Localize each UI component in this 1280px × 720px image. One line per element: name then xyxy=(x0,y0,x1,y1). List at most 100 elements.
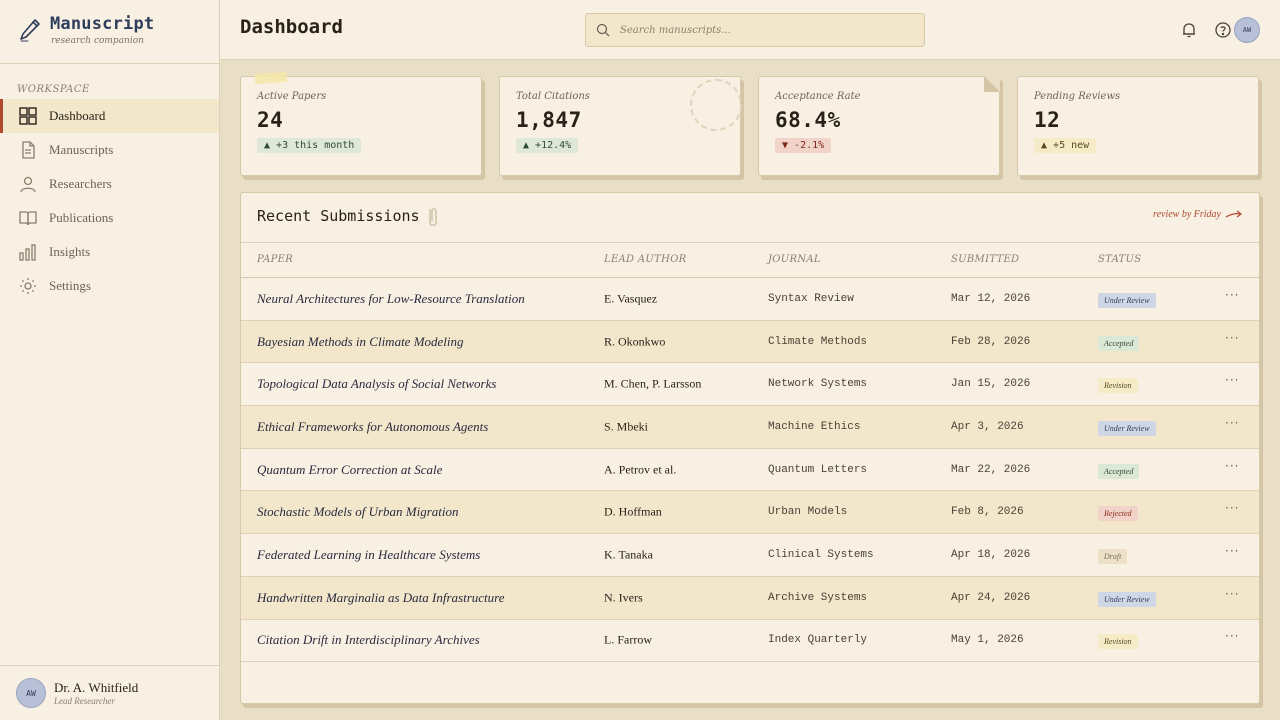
more-options-icon[interactable]: ··· xyxy=(1225,629,1239,643)
page-title: Dashboard xyxy=(240,16,343,38)
submitted-date: Apr 3, 2026 xyxy=(951,420,1024,433)
stat-value: 24 xyxy=(257,108,284,132)
lead-author: S. Mbeki xyxy=(604,419,649,434)
stat-change: +12.4% xyxy=(535,140,572,151)
more-options-icon[interactable]: ··· xyxy=(1225,331,1239,345)
submitted-date: Feb 28, 2026 xyxy=(951,335,1031,348)
table-row[interactable]: Citation Drift in Interdisciplinary Arch… xyxy=(241,620,1259,663)
column-header-submitted[interactable]: SUBMITTED xyxy=(951,254,1019,265)
lead-author: A. Petrov et al. xyxy=(604,462,677,477)
nav-item-insights[interactable]: Insights xyxy=(0,235,219,269)
lead-author: K. Tanaka xyxy=(604,547,653,562)
paper-title[interactable]: Quantum Error Correction at Scale xyxy=(257,462,442,478)
table-row[interactable]: Handwritten Marginalia as Data Infrastru… xyxy=(241,576,1259,620)
brand[interactable]: Manuscript research companion xyxy=(0,0,219,64)
more-options-icon[interactable]: ··· xyxy=(1225,501,1239,515)
column-header-paper[interactable]: PAPER xyxy=(257,254,293,265)
document-icon xyxy=(22,141,35,159)
paper-title[interactable]: Citation Drift in Interdisciplinary Arch… xyxy=(257,632,480,648)
stat-card-active-papers[interactable]: Active Papers 24 ▲ +3 this month xyxy=(240,71,482,176)
panel-title: Recent Submissions xyxy=(257,207,420,225)
journal: Climate Methods xyxy=(768,335,868,348)
table-row[interactable]: Federated Learning in Healthcare Systems… xyxy=(241,534,1259,577)
lead-author: N. Ivers xyxy=(604,590,643,605)
nav-item-settings[interactable]: Settings xyxy=(0,269,219,303)
stat-change: +3 this month xyxy=(276,140,355,151)
status-badge: Accepted xyxy=(1098,463,1140,479)
submitted-date: Mar 22, 2026 xyxy=(951,463,1031,476)
bell-icon[interactable] xyxy=(1180,21,1198,39)
status-badge: Under Review xyxy=(1098,292,1156,308)
nav-item-publications[interactable]: Publications xyxy=(0,201,219,235)
stat-change-badge: ▲ +3 this month xyxy=(257,138,362,153)
search-input[interactable] xyxy=(620,24,910,36)
search-icon xyxy=(596,23,610,37)
journal: Clinical Systems xyxy=(768,548,874,561)
paper-title[interactable]: Handwritten Marginalia as Data Infrastru… xyxy=(257,590,504,606)
help-icon[interactable] xyxy=(1214,21,1232,39)
stat-card-pending-reviews[interactable]: Pending Reviews 12 ▲ +5 new xyxy=(1017,76,1259,176)
paper-title[interactable]: Bayesian Methods in Climate Modeling xyxy=(257,334,464,350)
bar-chart-icon xyxy=(19,244,36,261)
stat-change-badge: ▼ -2.1% xyxy=(775,138,832,153)
panel-header: Recent Submissions review by Friday xyxy=(241,193,1259,243)
paper-title[interactable]: Stochastic Models of Urban Migration xyxy=(257,504,459,520)
lead-author: L. Farrow xyxy=(604,632,652,647)
stamp-decoration xyxy=(690,79,742,131)
header-avatar[interactable]: AW xyxy=(1234,17,1260,43)
more-options-icon[interactable]: ··· xyxy=(1225,587,1239,601)
nav-item-researchers[interactable]: Researchers xyxy=(0,167,219,201)
nav-item-label: Publications xyxy=(49,210,114,225)
top-bar: Dashboard AW xyxy=(220,0,1280,60)
journal: Archive Systems xyxy=(768,591,868,604)
stat-card-acceptance-rate[interactable]: Acceptance Rate 68.4% ▼ -2.1% xyxy=(758,76,1000,176)
search-box[interactable] xyxy=(585,13,925,47)
nav-item-manuscripts[interactable]: Manuscripts xyxy=(0,133,219,167)
lead-author: M. Chen, P. Larsson xyxy=(604,376,702,391)
stat-change-badge: ▲ +5 new xyxy=(1034,138,1097,153)
journal: Urban Models xyxy=(768,506,848,519)
nav-item-dashboard[interactable]: Dashboard xyxy=(0,99,219,133)
lead-author: R. Okonkwo xyxy=(604,334,666,349)
table-row[interactable]: Ethical Frameworks for Autonomous Agents… xyxy=(241,406,1259,449)
status-badge: Under Review xyxy=(1098,420,1156,436)
table-header: PAPER LEAD AUTHOR JOURNAL SUBMITTED STAT… xyxy=(241,243,1259,278)
table-row[interactable]: Topological Data Analysis of Social Netw… xyxy=(241,363,1259,407)
status-badge: Draft xyxy=(1098,548,1128,564)
paper-title[interactable]: Ethical Frameworks for Autonomous Agents xyxy=(257,419,488,435)
review-note-text: review by Friday xyxy=(1153,209,1221,220)
more-options-icon[interactable]: ··· xyxy=(1225,459,1239,473)
review-note: review by Friday xyxy=(1153,209,1243,220)
nav-item-label: Researchers xyxy=(49,176,112,191)
table-row[interactable]: Bayesian Methods in Climate Modeling R. … xyxy=(241,320,1259,364)
stat-value: 68.4% xyxy=(775,108,841,132)
paperclip-icon xyxy=(429,208,437,226)
more-options-icon[interactable]: ··· xyxy=(1225,544,1239,558)
paper-title[interactable]: Federated Learning in Healthcare Systems xyxy=(257,547,480,563)
journal: Machine Ethics xyxy=(768,420,861,433)
paper-title[interactable]: Topological Data Analysis of Social Netw… xyxy=(257,376,496,392)
recent-submissions-panel: Recent Submissions review by Friday PAPE… xyxy=(240,192,1260,704)
table-row[interactable]: Neural Architectures for Low-Resource Tr… xyxy=(241,278,1259,321)
more-options-icon[interactable]: ··· xyxy=(1225,416,1239,430)
submitted-date: Apr 24, 2026 xyxy=(951,591,1031,604)
column-header-lead-author[interactable]: LEAD AUTHOR xyxy=(604,254,686,265)
lead-author: D. Hoffman xyxy=(604,504,662,519)
table-row[interactable]: Quantum Error Correction at Scale A. Pet… xyxy=(241,449,1259,492)
journal: Quantum Letters xyxy=(768,463,868,476)
user-name: Dr. A. Whitfield xyxy=(54,680,139,695)
stat-label: Active Papers xyxy=(257,91,327,102)
column-header-journal[interactable]: JOURNAL xyxy=(768,254,821,265)
lead-author: E. Vasquez xyxy=(604,291,658,306)
paper-title[interactable]: Neural Architectures for Low-Resource Tr… xyxy=(257,291,525,307)
folded-corner-decoration xyxy=(984,76,1000,92)
nav-item-label: Manuscripts xyxy=(49,142,114,157)
column-header-status[interactable]: STATUS xyxy=(1098,254,1141,265)
more-options-icon[interactable]: ··· xyxy=(1225,373,1239,387)
journal: Syntax Review xyxy=(768,292,854,305)
user-profile[interactable]: AW Dr. A. Whitfield Lead Researcher xyxy=(0,665,219,720)
table-row[interactable]: Stochastic Models of Urban Migration D. … xyxy=(241,491,1259,535)
more-options-icon[interactable]: ··· xyxy=(1225,288,1239,302)
grid-icon xyxy=(19,107,37,125)
stat-card-total-citations[interactable]: Total Citations 1,847 ▲ +12.4% xyxy=(499,76,742,176)
